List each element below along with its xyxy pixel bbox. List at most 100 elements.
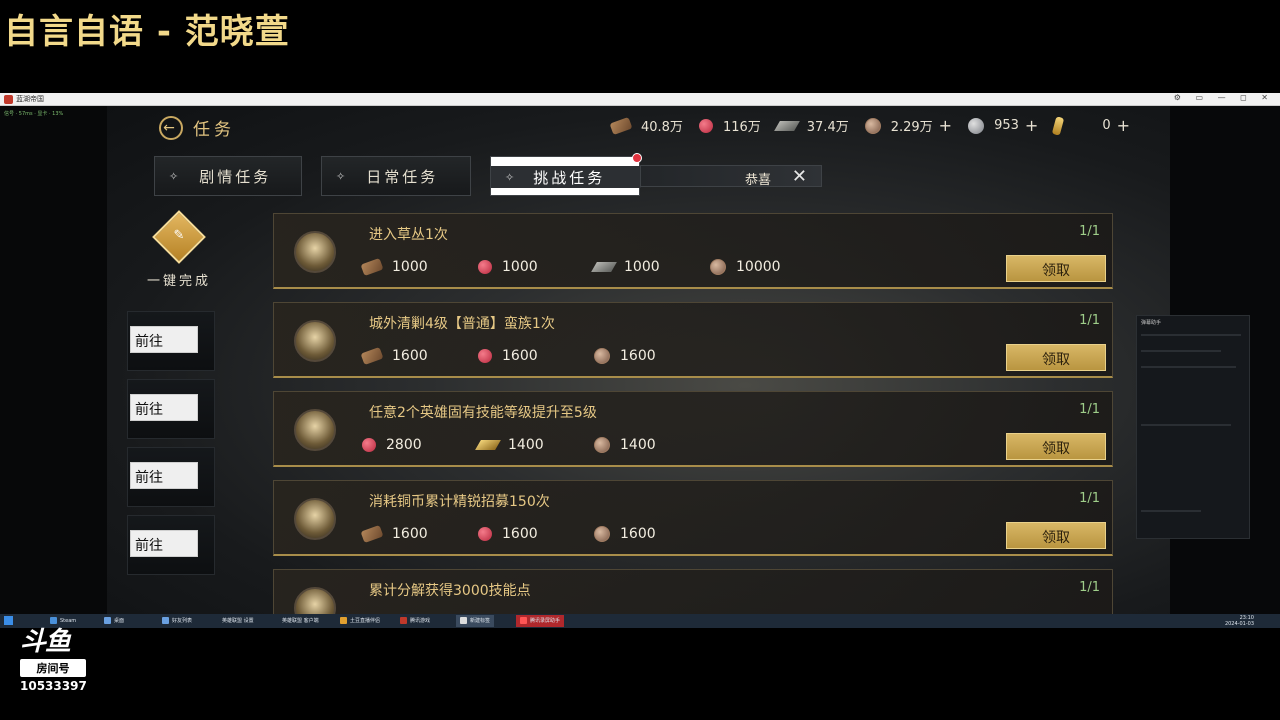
resource-bar: 40.8万 116万 37.4万 2.29万 + 953 + 0 +	[603, 115, 1130, 136]
reward-amount: 1000	[624, 259, 660, 275]
goto-button[interactable]: 前往	[130, 462, 198, 489]
reward-amount: 1600	[502, 348, 538, 364]
window-title: 蓝湖帝国	[16, 95, 44, 103]
page-title: 任务	[193, 120, 235, 140]
task-rewards: 1000 1000 1000 10000	[360, 257, 826, 277]
reward-amount: 1600	[502, 526, 538, 542]
claim-button[interactable]: 领取	[1006, 522, 1106, 549]
friends-icon	[162, 617, 169, 624]
reward-item: 1000	[360, 257, 478, 277]
task-name: 进入草丛1次	[369, 227, 448, 243]
goto-button[interactable]: 前往	[130, 326, 198, 353]
add-copper-button[interactable]: +	[939, 116, 952, 135]
douyu-logo: 斗鱼	[20, 627, 71, 657]
taskbar-item[interactable]: 腾讯游戏	[396, 615, 434, 627]
desktop-icon	[104, 617, 111, 624]
task-rewards: 1600 1600 1600	[360, 346, 710, 366]
task-row: 任意2个英雄固有技能等级提升至5级 1/1 2800 1400 1400 领取	[273, 391, 1113, 467]
wood-icon	[609, 116, 633, 135]
tab-label: 挑战任务	[533, 168, 606, 187]
notification-dot	[632, 153, 642, 163]
tab-label: 日常任务	[366, 167, 439, 186]
taskbar-item[interactable]: 土豆直播伴侣	[336, 615, 384, 627]
danmaku-widget: 弹幕助手	[1136, 315, 1250, 539]
hero-avatar-icon	[294, 231, 336, 273]
taskbar-item[interactable]: 英雄联盟 客户端	[278, 615, 323, 627]
taskbar-item[interactable]: 新建标签	[456, 615, 495, 627]
reward-amount: 1600	[392, 526, 428, 542]
live-app-icon	[340, 617, 347, 624]
meat-icon	[478, 260, 492, 274]
reward-amount: 1600	[392, 348, 428, 364]
resource-value: 116万	[722, 120, 761, 135]
resource-value: 2.29万	[890, 120, 933, 135]
taskbar-item[interactable]: 桌面	[100, 615, 128, 627]
douyu-watermark: 斗鱼 房间号 10533397	[20, 628, 92, 693]
task-name: 累计分解获得3000技能点	[369, 583, 531, 599]
back-button[interactable]: ← 任务	[159, 115, 235, 140]
task-row: 城外清剿4级【普通】蛮族1次 1/1 1600 1600 1600 领取	[273, 302, 1113, 378]
task-row: 进入草丛1次 1/1 1000 1000 1000 10000 领取	[273, 213, 1113, 289]
goto-button[interactable]: 前往	[130, 530, 198, 557]
reward-amount: 1400	[508, 437, 544, 453]
close-icon[interactable]: ✕	[792, 166, 807, 187]
reward-item: 1600	[594, 348, 710, 364]
claim-button[interactable]: 领取	[1006, 433, 1106, 460]
taskbar-item[interactable]: 英雄联盟 设置	[218, 615, 258, 627]
reward-amount: 1600	[620, 526, 656, 542]
reward-item: 1600	[478, 526, 594, 542]
tab-story[interactable]: ✧ 剧情任务	[154, 156, 302, 196]
gold-bar-icon	[1052, 115, 1065, 136]
meat-icon	[362, 438, 376, 452]
taskbar-item[interactable]: 好友列表	[158, 615, 196, 627]
game-viewport: ← 任务 40.8万 116万 37.4万 2.29万 + 953 + 0 + ✧ 剧…	[107, 106, 1170, 614]
popup-text: 恭喜	[744, 173, 771, 188]
copper-coin-icon	[864, 117, 881, 134]
task-rewards: 2800 1400 1400	[362, 437, 710, 453]
hero-avatar-icon	[294, 587, 336, 614]
widget-title: 弹幕助手	[1141, 320, 1162, 326]
task-progress: 1/1	[1079, 313, 1100, 328]
wood-icon	[360, 346, 384, 366]
tencent-icon	[400, 617, 407, 624]
stone-icon	[773, 120, 800, 131]
congrats-popup: 恭喜 ✕	[640, 165, 822, 188]
copper-coin-icon	[594, 526, 610, 542]
reward-amount: 1000	[392, 259, 428, 275]
widget-line	[1141, 350, 1221, 352]
taskbar-clock[interactable]: 23:10 2024-01-03	[1225, 615, 1254, 627]
add-gold-button[interactable]: +	[1117, 116, 1130, 135]
resource-meat: 116万	[698, 116, 761, 135]
diamond-icon: ✧	[336, 169, 349, 183]
copper-coin-icon	[594, 437, 610, 453]
task-name: 消耗铜币累计精锐招募150次	[369, 494, 550, 510]
reward-amount: 1400	[620, 437, 656, 453]
claim-button[interactable]: 领取	[1006, 344, 1106, 371]
reward-item: 1000	[591, 259, 710, 275]
resource-value: 40.8万	[640, 120, 683, 135]
tab-challenge-inner: ✧ 挑战任务	[491, 166, 641, 188]
perf-readout: 信号 · 57ms · 显卡 · 13%	[4, 111, 64, 117]
gold-ingot-icon	[475, 440, 501, 450]
task-progress: 1/1	[1079, 580, 1100, 595]
task-progress: 1/1	[1079, 224, 1100, 239]
taskbar-item[interactable]: 腾讯录屏助手	[516, 615, 565, 627]
left-overlay-strip: 信号 · 57ms · 显卡 · 13%	[0, 106, 107, 614]
add-silver-button[interactable]: +	[1025, 116, 1038, 135]
tab-daily[interactable]: ✧ 日常任务	[321, 156, 471, 196]
app-icon	[4, 95, 13, 104]
window-controls[interactable]: ⚙ ▭ — ◻ ✕	[1174, 93, 1274, 102]
taskbar-item[interactable]: Steam	[46, 615, 80, 627]
task-progress: 1/1	[1079, 491, 1100, 506]
resource-gold: 0 +	[1052, 115, 1130, 136]
reward-amount: 1000	[502, 259, 538, 275]
task-row: 消耗铜币累计精锐招募150次 1/1 1600 1600 1600 领取	[273, 480, 1113, 556]
reward-item: 1600	[478, 348, 594, 364]
goto-slot: 前往	[127, 311, 215, 371]
claim-button[interactable]: 领取	[1006, 255, 1106, 282]
goto-button[interactable]: 前往	[130, 394, 198, 421]
back-arrow-icon: ←	[159, 115, 183, 140]
tab-challenge[interactable]: ✧ 挑战任务	[490, 153, 642, 196]
one-click-complete-button[interactable]: ✎ 一键完成	[139, 210, 219, 289]
start-icon[interactable]	[4, 616, 13, 625]
